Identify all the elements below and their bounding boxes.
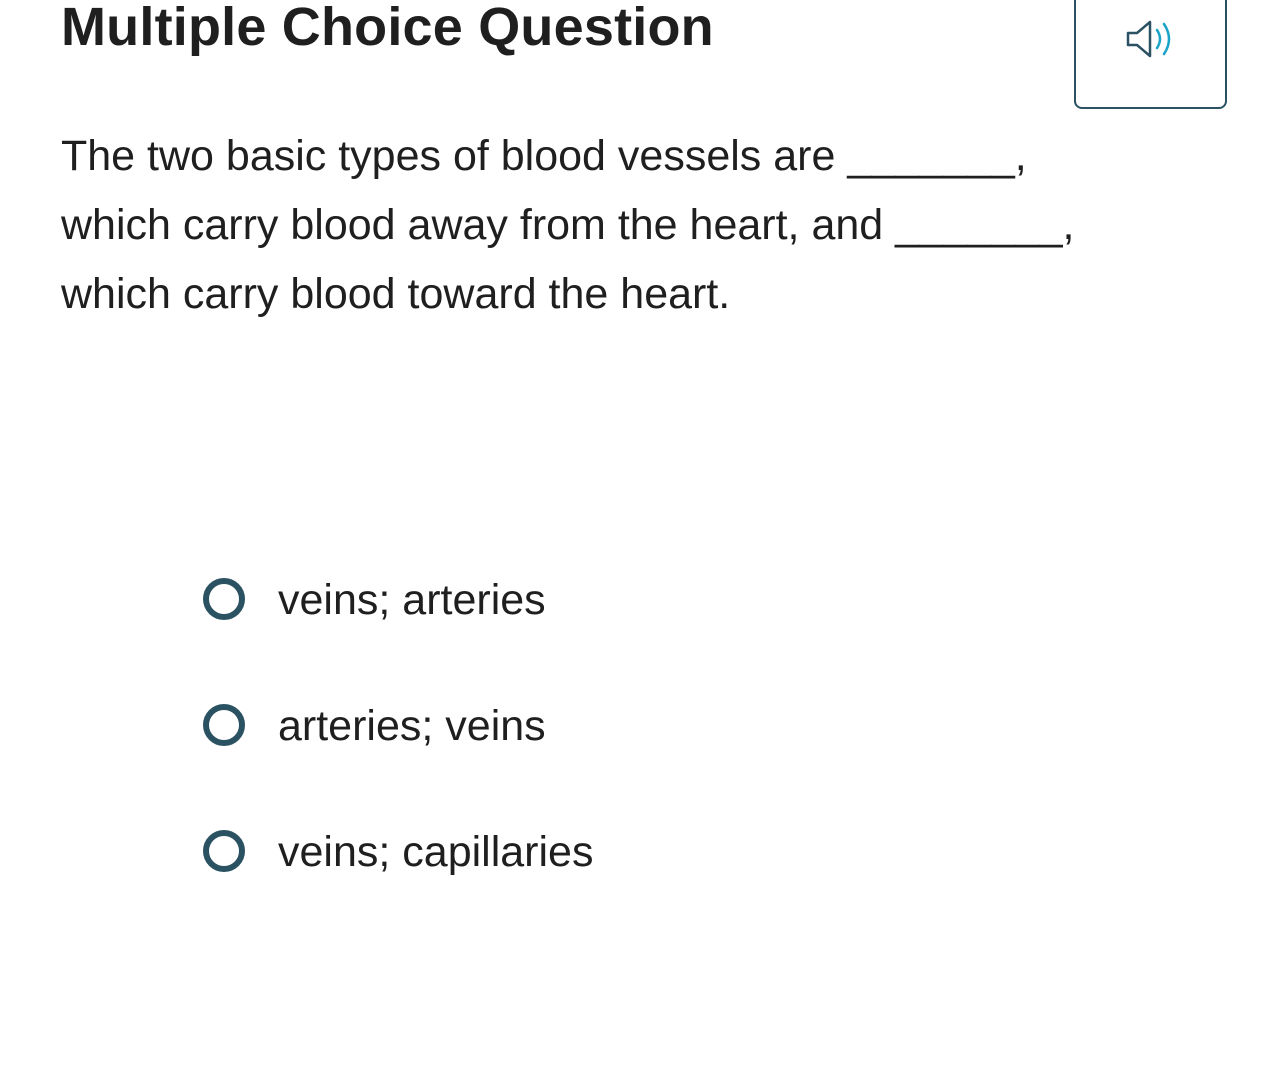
- choice-option-3[interactable]: veins; capillaries: [203, 822, 803, 882]
- prompt-line: which carry blood away from the heart, a…: [61, 201, 1075, 249]
- read-aloud-button[interactable]: [1074, 0, 1227, 109]
- prompt-line: which carry blood toward the heart.: [61, 270, 731, 318]
- choice-label[interactable]: arteries; veins: [278, 696, 546, 756]
- question-heading: Multiple Choice Question: [61, 0, 714, 57]
- speaker-volume-icon: [1126, 20, 1171, 58]
- choice-label[interactable]: veins; arteries: [278, 570, 546, 630]
- choice-option-1[interactable]: veins; arteries: [203, 570, 803, 630]
- prompt-line: The two basic types of blood vessels are…: [61, 132, 1027, 180]
- radio-button[interactable]: [203, 704, 245, 746]
- choice-label[interactable]: veins; capillaries: [278, 822, 593, 882]
- radio-button[interactable]: [203, 578, 245, 620]
- choice-option-2[interactable]: arteries; veins: [203, 696, 803, 756]
- radio-button[interactable]: [203, 830, 245, 872]
- question-prompt: The two basic types of blood vessels are…: [61, 122, 1201, 329]
